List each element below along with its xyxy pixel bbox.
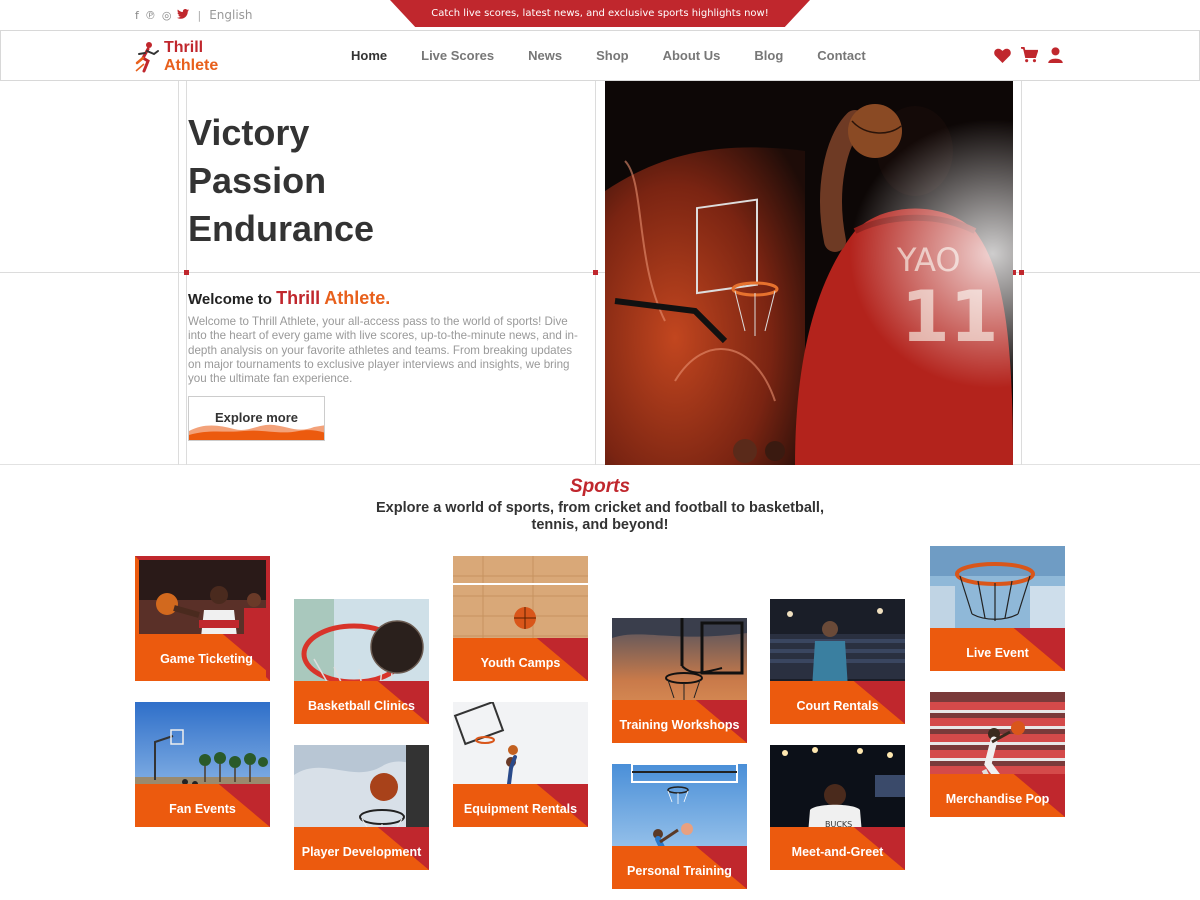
- card-label: Fan Events: [169, 802, 236, 816]
- card-basketball-clinics[interactable]: Basketball Clinics: [294, 599, 429, 724]
- card-merchandise-pop[interactable]: Merchandise Pop: [930, 692, 1065, 817]
- guide-marker: [1019, 270, 1024, 275]
- card-court-rentals[interactable]: Court Rentals: [770, 599, 905, 724]
- card-label: Training Workshops: [619, 718, 740, 732]
- site-header: Thrill Athlete Home Live Scores News Sho…: [0, 30, 1200, 81]
- card-training-workshops[interactable]: Training Workshops: [612, 618, 747, 743]
- divider: |: [197, 8, 202, 22]
- hero-section: Victory Passion Endurance Welcome to Thr…: [0, 81, 1200, 465]
- headline-line-3: Endurance: [188, 208, 375, 249]
- heart-icon[interactable]: [994, 48, 1011, 63]
- card-label: Live Event: [966, 646, 1029, 660]
- nav-contact[interactable]: Contact: [800, 48, 882, 63]
- facebook-icon[interactable]: f: [135, 9, 139, 22]
- top-bar: f ℗ ◎ | English Catch live scores, lates…: [0, 0, 1200, 30]
- nav-about-us[interactable]: About Us: [646, 48, 738, 63]
- card-label: Player Development: [301, 845, 422, 859]
- headline-line-1: Victory: [188, 112, 310, 153]
- explore-more-button[interactable]: Explore more: [188, 396, 325, 441]
- logo-line-2: Athlete: [164, 57, 219, 74]
- card-label: Personal Training: [627, 864, 732, 878]
- nav-blog[interactable]: Blog: [737, 48, 800, 63]
- card-label: Game Ticketing: [160, 652, 253, 666]
- card-label: Court Rentals: [796, 699, 879, 713]
- card-label: Youth Camps: [480, 656, 561, 670]
- card-label: Merchandise Pop: [945, 792, 1050, 806]
- nav-home[interactable]: Home: [334, 48, 404, 63]
- card-label: Meet-and-Greet: [791, 845, 884, 859]
- twitter-icon[interactable]: [177, 8, 190, 22]
- logo-line-1: Thrill: [164, 39, 204, 56]
- sports-heading: Sports: [569, 476, 631, 497]
- guide-marker: [593, 270, 598, 275]
- guide-line: [178, 81, 179, 465]
- pinterest-icon[interactable]: ℗: [145, 9, 156, 22]
- social-links: f ℗ ◎ | English: [135, 8, 253, 22]
- card-fan-events[interactable]: Fan Events: [135, 702, 270, 827]
- cart-icon[interactable]: [1021, 47, 1038, 63]
- hero-headline: Victory Passion Endurance: [188, 109, 374, 253]
- welcome-heading: Welcome to Thrill Athlete.: [188, 288, 390, 309]
- nav-live-scores[interactable]: Live Scores: [404, 48, 511, 63]
- guide-marker: [184, 270, 189, 275]
- welcome-brand-1: Thrill: [276, 288, 321, 308]
- headline-line-2: Passion: [188, 160, 327, 201]
- header-actions: [994, 47, 1063, 63]
- intro-paragraph: Welcome to Thrill Athlete, your all-acce…: [188, 315, 578, 386]
- hero-basketball-photo: YAO 11: [605, 81, 1013, 465]
- card-label: Basketball Clinics: [308, 699, 415, 713]
- main-nav: Home Live Scores News Shop About Us Blog…: [334, 48, 883, 63]
- card-youth-camps[interactable]: Youth Camps: [453, 556, 588, 681]
- welcome-prefix: Welcome to: [188, 291, 272, 308]
- card-meet-and-greet[interactable]: BUCKS Meet-and-Greet: [770, 745, 905, 870]
- runner-icon: [135, 42, 159, 73]
- nav-shop[interactable]: Shop: [579, 48, 646, 63]
- welcome-brand-2: Athlete.: [324, 288, 391, 308]
- explore-more-label: Explore more: [214, 410, 299, 425]
- card-label: Equipment Rentals: [463, 802, 578, 816]
- card-game-ticketing[interactable]: Game Ticketing: [135, 556, 270, 681]
- language-selector[interactable]: English: [209, 8, 252, 22]
- page: f ℗ ◎ | English Catch live scores, lates…: [0, 0, 1200, 900]
- logo[interactable]: Thrill Athlete: [134, 39, 218, 75]
- card-equipment-rentals[interactable]: Equipment Rentals: [453, 702, 588, 827]
- nav-news[interactable]: News: [511, 48, 579, 63]
- card-player-development[interactable]: Player Development: [294, 745, 429, 870]
- card-personal-training[interactable]: Personal Training: [612, 764, 747, 889]
- announcement-banner: Catch live scores, latest news, and excl…: [390, 0, 810, 27]
- sports-subtitle: Explore a world of sports, from cricket …: [376, 500, 824, 533]
- user-icon[interactable]: [1048, 47, 1063, 63]
- instagram-icon[interactable]: ◎: [162, 9, 172, 22]
- card-live-event[interactable]: Live Event: [930, 546, 1065, 671]
